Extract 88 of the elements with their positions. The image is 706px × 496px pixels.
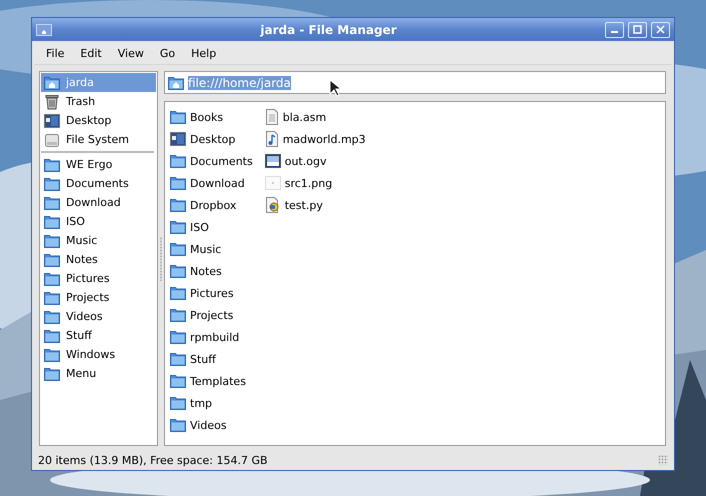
directory-entry[interactable]: Documents bbox=[170, 150, 253, 172]
sidebar-item[interactable]: Stuff bbox=[41, 326, 156, 345]
dropdown-title[interactable]: File bbox=[38, 47, 72, 60]
sidebar-item[interactable]: Windows bbox=[41, 345, 156, 364]
directory-entry[interactable]: madworld.mp3 bbox=[264, 128, 366, 150]
folder-icon bbox=[170, 264, 186, 278]
film-icon bbox=[264, 154, 281, 168]
directory-entry[interactable]: Desktop bbox=[170, 128, 253, 150]
folder-icon bbox=[170, 352, 186, 366]
directory-entry[interactable]: Books bbox=[170, 106, 253, 128]
folder-icon bbox=[170, 418, 186, 432]
directory-entry[interactable]: out.ogv bbox=[264, 150, 366, 172]
directory-entry[interactable]: src1.png bbox=[264, 172, 366, 194]
folder-icon bbox=[44, 214, 60, 228]
folder-icon bbox=[44, 348, 60, 362]
sidebar-item[interactable]: Notes bbox=[41, 250, 156, 269]
folder-icon bbox=[170, 308, 186, 322]
folder-icon bbox=[170, 242, 186, 256]
directory-entry[interactable]: Dropbox bbox=[170, 194, 253, 216]
directory-entry[interactable]: Notes bbox=[170, 260, 253, 282]
dropdown-title[interactable]: Go bbox=[152, 47, 184, 60]
dropdown-title[interactable]: View bbox=[110, 47, 152, 60]
directory-entry[interactable]: tmp bbox=[170, 392, 253, 414]
folder-icon bbox=[44, 272, 60, 286]
sidebar-item[interactable]: WE Ergo bbox=[41, 155, 156, 174]
directory-entry[interactable]: Projects bbox=[170, 304, 253, 326]
sidebar-item[interactable]: Trash bbox=[41, 92, 156, 111]
close-icon bbox=[656, 25, 665, 34]
sidebar-item[interactable]: Projects bbox=[41, 288, 156, 307]
directory-entry[interactable]: Videos bbox=[170, 414, 253, 436]
folder-icon bbox=[170, 198, 186, 212]
folder-icon bbox=[44, 366, 60, 380]
maximize-button[interactable] bbox=[628, 22, 647, 38]
music-note-icon bbox=[264, 131, 279, 147]
folder-icon bbox=[170, 110, 186, 124]
folder-icon bbox=[44, 158, 60, 172]
trash-can-icon bbox=[44, 94, 60, 110]
sidebar-item[interactable]: Pictures bbox=[41, 269, 156, 288]
sidebar-item[interactable]: Desktop bbox=[41, 111, 156, 130]
monitor-icon bbox=[170, 132, 186, 146]
window-title: jarda - File Manager bbox=[259, 22, 398, 36]
directory-entry[interactable]: test.py bbox=[264, 194, 366, 216]
dropdown-title[interactable]: Edit bbox=[72, 47, 110, 60]
folder-icon bbox=[44, 234, 60, 248]
folder-icon bbox=[170, 176, 186, 190]
maximize-icon bbox=[633, 25, 642, 34]
script-icon bbox=[264, 197, 281, 213]
folder-icon bbox=[44, 176, 60, 190]
mouse-cursor-icon bbox=[329, 79, 341, 97]
sidebar-item[interactable]: Documents bbox=[41, 174, 156, 193]
folder-icon bbox=[44, 328, 60, 342]
drive-icon bbox=[44, 132, 60, 148]
sidebar-item[interactable]: Menu bbox=[41, 364, 156, 383]
folder-icon bbox=[170, 286, 186, 300]
sidebar-item[interactable]: Music bbox=[41, 231, 156, 250]
directory-entry[interactable]: Download bbox=[170, 172, 253, 194]
monitor-icon bbox=[44, 114, 60, 128]
folder-icon bbox=[44, 290, 60, 304]
document-icon bbox=[264, 109, 279, 125]
directory-entry[interactable]: Stuff bbox=[170, 348, 253, 370]
close-button[interactable] bbox=[651, 22, 670, 38]
directory-entry[interactable]: Templates bbox=[170, 370, 253, 392]
home-folder-icon bbox=[168, 76, 184, 90]
folder-icon bbox=[170, 374, 186, 388]
minimize-button[interactable] bbox=[605, 22, 624, 38]
directory-entry[interactable]: Pictures bbox=[170, 282, 253, 304]
sidebar-item[interactable]: ISO bbox=[41, 212, 156, 231]
directory-entry[interactable]: bla.asm bbox=[264, 106, 366, 128]
directory-entry[interactable]: rpmbuild bbox=[170, 326, 253, 348]
dropdown-title[interactable]: Help bbox=[183, 47, 224, 60]
pane-splitter-handle[interactable] bbox=[160, 236, 162, 280]
folder-icon bbox=[44, 196, 60, 210]
folder-icon bbox=[44, 310, 60, 324]
folder-icon bbox=[170, 396, 186, 410]
folder-icon bbox=[170, 220, 186, 234]
folder-icon bbox=[44, 252, 60, 266]
sidebar-item[interactable]: File System bbox=[41, 130, 156, 149]
folder-icon bbox=[170, 330, 186, 344]
directory-entry[interactable]: Music bbox=[170, 238, 253, 260]
folder-icon bbox=[170, 154, 186, 168]
status-text: 20 items (13.9 MB), Free space: 154.7 GB bbox=[38, 454, 268, 466]
sidebar-item[interactable]: Videos bbox=[41, 307, 156, 326]
image-icon bbox=[264, 176, 281, 190]
resize-grip-icon[interactable] bbox=[658, 455, 668, 465]
home-folder-icon bbox=[44, 76, 60, 90]
directory-entry[interactable]: ISO bbox=[170, 216, 253, 238]
sidebar-item[interactable]: Download bbox=[41, 193, 156, 212]
home-folder-icon bbox=[36, 24, 52, 36]
